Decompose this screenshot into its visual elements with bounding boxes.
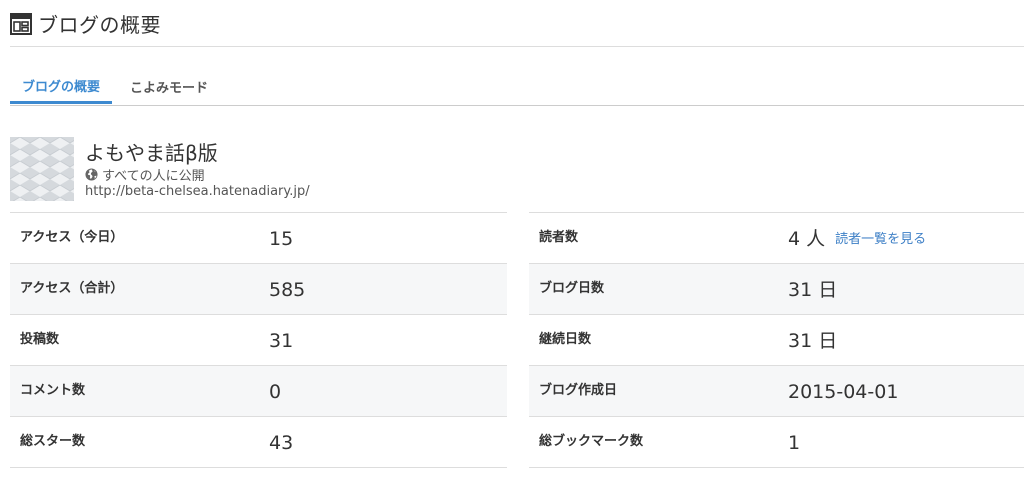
stat-label: 総ブックマーク数 xyxy=(539,434,644,449)
stat-row-blog-days: ブログ日数 31 日 xyxy=(529,263,1024,314)
stat-value: 4 人 xyxy=(788,228,826,250)
stat-value: 31 日 xyxy=(788,330,838,352)
stat-row-access-today: アクセス（今日） 15 xyxy=(10,212,507,263)
stats-table-left: アクセス（今日） 15 アクセス（合計） 585 投稿数 31 コメント数 0 … xyxy=(10,212,507,468)
stat-label: コメント数 xyxy=(20,383,86,398)
stat-label: 総スター数 xyxy=(20,434,86,449)
stats-table-right: 読者数 4 人読者一覧を見る ブログ日数 31 日 継続日数 31 日 ブログ作… xyxy=(529,212,1024,468)
stat-value: 31 日 xyxy=(788,279,838,301)
stat-value: 43 xyxy=(269,432,294,454)
stat-value: 31 xyxy=(269,330,294,352)
stat-label: ブログ日数 xyxy=(539,281,605,296)
stat-label: 読者数 xyxy=(539,230,579,245)
stat-label: ブログ作成日 xyxy=(539,383,618,398)
stat-row-bookmarks: 総ブックマーク数 1 xyxy=(529,416,1024,468)
stat-row-comments: コメント数 0 xyxy=(10,365,507,416)
globe-icon xyxy=(85,168,98,181)
blog-thumbnail[interactable] xyxy=(10,137,74,201)
reader-list-link[interactable]: 読者一覧を見る xyxy=(835,232,926,247)
visibility-label: すべての人に公開 xyxy=(102,169,205,184)
tab-bar: ブログの概要 こよみモード xyxy=(10,70,1024,106)
stat-value: 0 xyxy=(269,381,282,403)
stat-label: アクセス（合計） xyxy=(20,281,124,296)
stat-row-access-total: アクセス（合計） 585 xyxy=(10,263,507,314)
stat-value: 1 xyxy=(788,432,801,454)
blog-url[interactable]: http://beta-chelsea.hatenadiary.jp/ xyxy=(85,184,310,199)
stat-row-stars: 総スター数 43 xyxy=(10,416,507,468)
stat-label: 継続日数 xyxy=(539,332,592,347)
stat-label: 投稿数 xyxy=(20,332,60,347)
stat-label: アクセス（今日） xyxy=(20,230,124,245)
page-title: ブログの概要 xyxy=(38,12,161,37)
stat-row-created-date: ブログ作成日 2015-04-01 xyxy=(529,365,1024,416)
visibility-status: すべての人に公開 xyxy=(85,165,205,184)
blog-summary: よもやま話β版 すべての人に公開 http://beta-chelsea.hat… xyxy=(10,137,510,203)
page-header: ブログの概要 xyxy=(10,0,1024,47)
stat-row-readers: 読者数 4 人読者一覧を見る xyxy=(529,212,1024,263)
tab-blog-overview[interactable]: ブログの概要 xyxy=(10,70,112,104)
stat-row-posts: 投稿数 31 xyxy=(10,314,507,365)
layout-icon xyxy=(10,13,32,35)
stat-row-streak-days: 継続日数 31 日 xyxy=(529,314,1024,365)
tab-calendar-mode[interactable]: こよみモード xyxy=(118,70,220,103)
stat-value: 2015-04-01 xyxy=(788,381,899,403)
blog-title[interactable]: よもやま話β版 xyxy=(85,137,218,166)
stat-value-with-link: 4 人読者一覧を見る xyxy=(788,213,926,263)
stat-value: 15 xyxy=(269,228,294,250)
thumbnail-pattern-image xyxy=(10,137,74,201)
stat-value: 585 xyxy=(269,279,306,301)
